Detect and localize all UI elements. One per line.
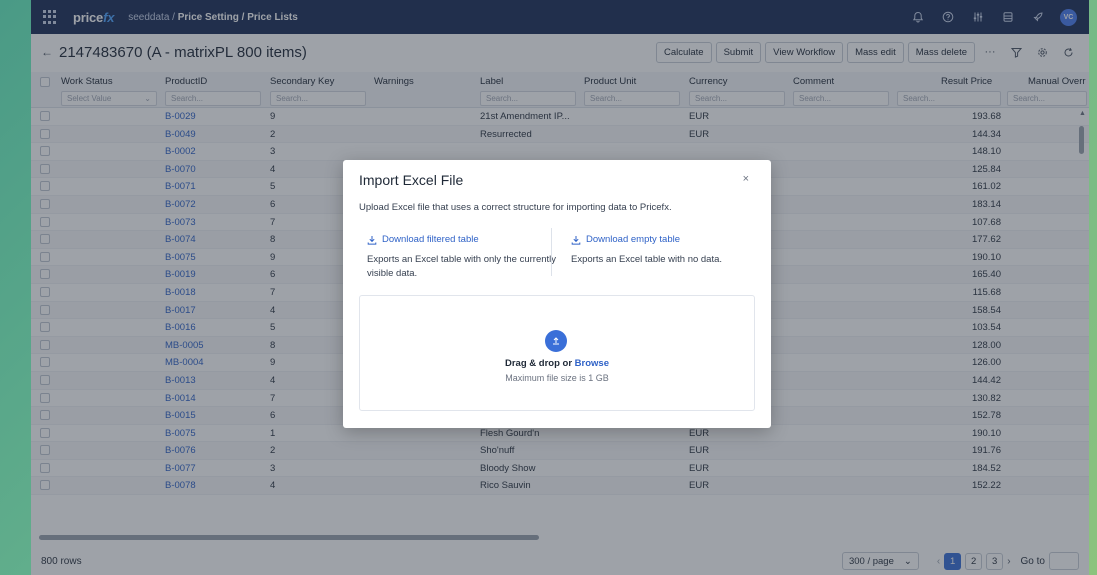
import-excel-modal: Import Excel File × Upload Excel file th… (343, 160, 771, 428)
modal-description: Upload Excel file that uses a correct st… (359, 202, 672, 213)
download-empty-link[interactable]: Download empty table (571, 234, 761, 245)
max-file-size: Maximum file size is 1 GB (505, 373, 609, 383)
download-icon (571, 235, 581, 245)
browse-link[interactable]: Browse (575, 358, 609, 369)
download-empty-label: Download empty table (586, 234, 680, 245)
download-icon (367, 235, 377, 245)
download-empty-section: Download empty table Exports an Excel ta… (571, 234, 761, 267)
download-filtered-description: Exports an Excel table with only the cur… (367, 254, 557, 279)
divider (551, 228, 552, 276)
upload-icon (545, 330, 567, 352)
close-icon[interactable]: × (743, 173, 749, 185)
download-empty-description: Exports an Excel table with no data. (571, 254, 723, 265)
download-filtered-label: Download filtered table (382, 234, 479, 245)
drop-text: Drag & drop or (505, 358, 575, 369)
modal-title: Import Excel File (359, 172, 464, 188)
file-drop-zone[interactable]: Drag & drop or Browse Maximum file size … (359, 295, 755, 411)
drop-instruction: Drag & drop or Browse (360, 358, 754, 369)
download-filtered-link[interactable]: Download filtered table (367, 234, 557, 245)
download-filtered-section: Download filtered table Exports an Excel… (367, 234, 557, 281)
